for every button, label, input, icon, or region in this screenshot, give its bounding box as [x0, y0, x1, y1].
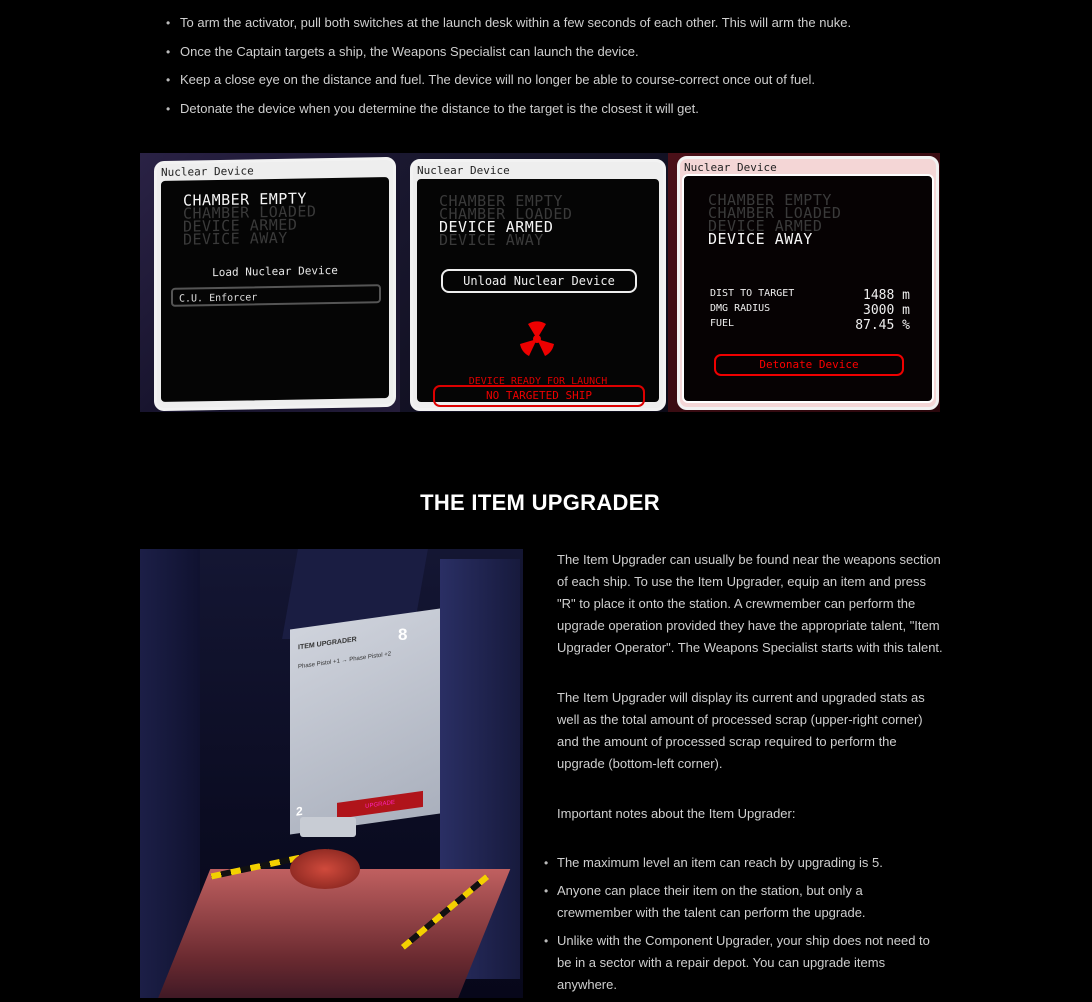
upgrader-notes-list: • The maximum level an item can reach by … — [540, 852, 940, 1002]
unload-device-button[interactable]: Unload Nuclear Device — [441, 269, 637, 293]
stat-row: FUEL 87.45 % — [710, 318, 910, 333]
upgrader-description: The Item Upgrader can usually be found n… — [557, 549, 943, 825]
upgrader-title: ITEM UPGRADER — [298, 636, 357, 652]
radiation-icon — [520, 321, 554, 356]
nuclear-screen-empty: Nuclear Device CHAMBER EMPTY CHAMBER LOA… — [154, 156, 396, 412]
nuclear-screen-armed: Nuclear Device CHAMBER EMPTY CHAMBER LOA… — [410, 159, 666, 411]
item-upgrader-image: ITEM UPGRADER Phase Pistol +1 → Phase Pi… — [140, 549, 523, 998]
stat-row: DIST TO TARGET 1488 m — [710, 288, 910, 303]
screen-display: CHAMBER EMPTY CHAMBER LOADED DEVICE ARME… — [415, 177, 661, 407]
gear-platform — [290, 849, 360, 889]
upgrade-button: UPGRADE — [337, 790, 423, 819]
list-item: • Keep a close eye on the distance and fu… — [166, 72, 815, 87]
stat-row: DMG RADIUS 3000 m — [710, 303, 910, 318]
device-select-field[interactable]: C.U. Enforcer — [171, 284, 381, 307]
screen-header: Nuclear Device — [417, 164, 510, 177]
list-item: • The maximum level an item can reach by … — [544, 855, 883, 870]
list-item: • Unlike with the Component Upgrader, you… — [544, 933, 930, 992]
list-item: • Anyone can place their item on the stat… — [544, 883, 866, 920]
screen-display: CHAMBER EMPTY CHAMBER LOADED DEVICE ARME… — [682, 174, 934, 403]
stat-label: DIST TO TARGET — [710, 288, 795, 299]
device-stats: DIST TO TARGET 1488 m DMG RADIUS 3000 m FU… — [710, 288, 910, 333]
no-target-status: NO TARGETED SHIP — [433, 385, 645, 407]
nuclear-screen-away: Nuclear Device CHAMBER EMPTY CHAMBER LOA… — [677, 156, 939, 410]
upgrader-display: ITEM UPGRADER Phase Pistol +1 → Phase Pi… — [290, 608, 440, 835]
paragraph: Important notes about the Item Upgrader: — [557, 806, 796, 821]
paragraph: The Item Upgrader can usually be found n… — [557, 552, 943, 655]
screen-header: Nuclear Device — [684, 161, 777, 174]
state-list: CHAMBER EMPTY CHAMBER LOADED DEVICE ARME… — [183, 189, 316, 248]
paragraph: The Item Upgrader will display its curre… — [557, 690, 925, 771]
stat-label: FUEL — [710, 318, 735, 329]
detonate-device-button[interactable]: Detonate Device — [714, 354, 904, 376]
stat-label: DMG RADIUS — [710, 303, 771, 314]
stat-value: 3000 m — [863, 303, 910, 318]
nuclear-instructions-list: • To arm the activator, pull both switche… — [162, 12, 942, 126]
state-list: CHAMBER EMPTY CHAMBER LOADED DEVICE ARME… — [708, 193, 841, 247]
nuclear-device-screenshots: Nuclear Device CHAMBER EMPTY CHAMBER LOA… — [140, 153, 940, 412]
screen-display: CHAMBER EMPTY CHAMBER LOADED DEVICE ARME… — [159, 174, 391, 405]
scrap-total: 8 — [398, 625, 408, 644]
list-item: • Detonate the device when you determine … — [166, 100, 699, 116]
section-title: THE ITEM UPGRADER — [420, 490, 660, 515]
state-list: CHAMBER EMPTY CHAMBER LOADED DEVICE ARME… — [439, 194, 572, 248]
list-item: • Once the Captain targets a ship, the We… — [166, 43, 639, 59]
upgrade-path: Phase Pistol +1 → Phase Pistol +2 — [298, 651, 392, 671]
stat-value: 87.45 % — [855, 318, 910, 333]
stat-value: 1488 m — [863, 288, 910, 303]
list-item: • To arm the activator, pull both switche… — [166, 15, 852, 30]
load-label: Load Nuclear Device — [212, 263, 338, 280]
phase-pistol — [300, 817, 356, 837]
